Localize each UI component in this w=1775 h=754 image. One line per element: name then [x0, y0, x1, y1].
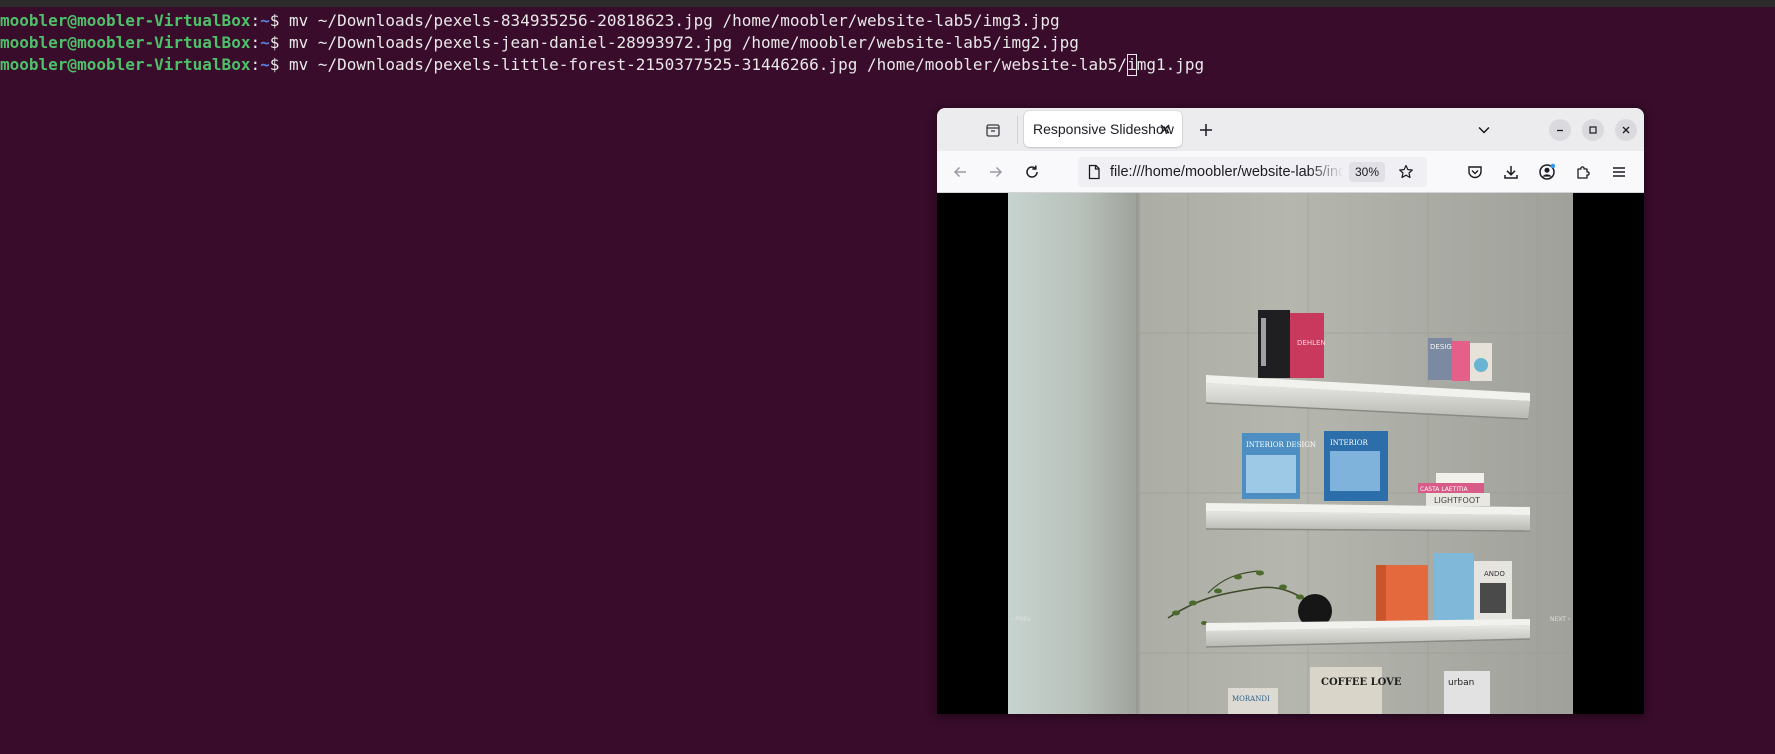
prompt-path: ~	[260, 11, 270, 30]
book-title: CASTA LAETITIA	[1420, 486, 1469, 493]
tab-bar: Responsive Slideshow	[937, 108, 1644, 151]
slideshow-image: DEHLEN DESIGN INTERIOR DESIGN INTERIOR C…	[1008, 193, 1573, 714]
minimize-icon[interactable]	[1549, 119, 1571, 141]
prompt-colon: :	[250, 55, 261, 74]
terminal-line: moobler@moobler-VirtualBox:~$ mv ~/Downl…	[0, 10, 1775, 32]
download-icon[interactable]	[1498, 159, 1524, 185]
reload-icon[interactable]	[1019, 159, 1045, 185]
back-arrow-icon[interactable]	[947, 159, 973, 185]
page-icon	[1086, 164, 1102, 180]
book-title: INTERIOR	[1330, 439, 1368, 447]
url-fade	[1308, 157, 1344, 187]
book-title: MORANDI	[1232, 695, 1270, 703]
close-window-icon[interactable]	[1615, 119, 1637, 141]
tab-active[interactable]: Responsive Slideshow	[1024, 111, 1182, 147]
prompt-dollar: $	[269, 11, 289, 30]
forward-arrow-icon[interactable]	[983, 159, 1009, 185]
prompt-dollar: $	[269, 33, 289, 52]
prompt-user-host: moobler@moobler-VirtualBox	[0, 55, 251, 74]
browser-window: Responsive Slideshow file:///home/mooble…	[937, 108, 1644, 714]
puzzle-icon[interactable]	[1570, 159, 1596, 185]
command-text: mv ~/Downloads/pexels-little-forest-2150…	[289, 55, 1128, 74]
page-viewport: DEHLEN DESIGN INTERIOR DESIGN INTERIOR C…	[937, 193, 1644, 714]
book-title: urban	[1448, 678, 1474, 688]
prompt-path: ~	[260, 55, 270, 74]
terminal-top-bar	[0, 0, 1775, 7]
close-icon[interactable]	[1156, 120, 1174, 138]
zoom-level-badge[interactable]: 30%	[1349, 162, 1385, 182]
prompt-user-host: moobler@moobler-VirtualBox	[0, 33, 251, 52]
command-text: mv ~/Downloads/pexels-834935256-20818623…	[289, 11, 1060, 30]
navigation-toolbar: file:///home/moobler/website-lab5/index.…	[937, 151, 1644, 193]
prompt-path: ~	[260, 33, 270, 52]
prev-button[interactable]: ‹ PREV	[1011, 616, 1032, 623]
book-title: LIGHTFOOT	[1434, 496, 1480, 505]
terminal-line: moobler@moobler-VirtualBox:~$ mv ~/Downl…	[0, 32, 1775, 54]
plus-icon[interactable]	[1193, 117, 1219, 143]
tab-title: Responsive Slideshow	[1033, 121, 1174, 137]
text-cursor: i	[1127, 54, 1137, 76]
account-icon[interactable]	[1534, 159, 1560, 185]
hamburger-menu-icon[interactable]	[1606, 159, 1632, 185]
star-icon[interactable]	[1396, 162, 1416, 182]
book-title: INTERIOR DESIGN	[1246, 441, 1316, 449]
prompt-colon: :	[250, 11, 261, 30]
tab-separator	[1017, 116, 1018, 144]
book-title: DEHLEN	[1297, 339, 1326, 347]
prompt-user-host: moobler@moobler-VirtualBox	[0, 11, 251, 30]
prompt-colon: :	[250, 33, 261, 52]
terminal-line: moobler@moobler-VirtualBox:~$ mv ~/Downl…	[0, 54, 1775, 76]
command-text-after-cursor: mg1.jpg	[1136, 55, 1205, 74]
book-title: COFFEE LOVE	[1321, 677, 1402, 688]
book-title: ANDO	[1484, 570, 1505, 578]
terminal-output[interactable]: moobler@moobler-VirtualBox:~$ mv ~/Downl…	[0, 10, 1775, 76]
bookshelf-photo: DEHLEN DESIGN INTERIOR DESIGN INTERIOR C…	[1008, 193, 1573, 714]
pocket-icon[interactable]	[1462, 159, 1488, 185]
chevron-down-icon[interactable]	[1471, 117, 1497, 143]
next-button[interactable]: NEXT ›	[1550, 616, 1570, 623]
collections-icon[interactable]	[981, 118, 1005, 142]
prompt-dollar: $	[269, 55, 289, 74]
maximize-icon[interactable]	[1582, 119, 1604, 141]
command-text: mv ~/Downloads/pexels-jean-daniel-289939…	[289, 33, 1079, 52]
url-bar[interactable]: file:///home/moobler/website-lab5/index.…	[1078, 157, 1427, 187]
